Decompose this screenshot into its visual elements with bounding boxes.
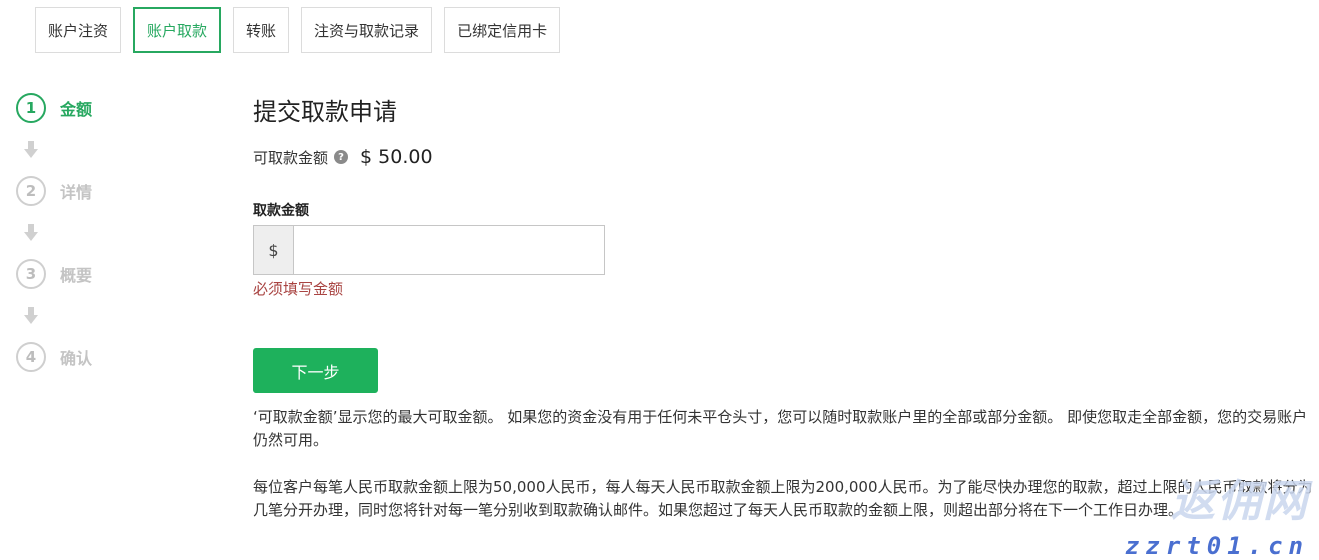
page-title: 提交取款申请 xyxy=(253,98,397,126)
available-amount: $ 50.00 xyxy=(360,146,433,168)
tab-deposit[interactable]: 账户注资 xyxy=(35,7,122,53)
available-amount-row: 可取款金额 ? $ 50.00 xyxy=(253,146,433,168)
tab-withdraw[interactable]: 账户取款 xyxy=(133,7,222,53)
arrow-down-icon xyxy=(16,123,216,176)
arrow-down-icon xyxy=(16,289,216,342)
info-paragraph-available: ‘可取款金额’显示您的最大可取金额。 如果您的资金没有用于任何未平仓头寸，您可以… xyxy=(253,408,1308,449)
watermark-url: zzrt01.cn xyxy=(1124,532,1309,560)
next-button[interactable]: 下一步 xyxy=(253,348,378,393)
amount-input[interactable] xyxy=(294,226,604,274)
step-details: 2 详情 xyxy=(16,176,216,206)
step-summary: 3 概要 xyxy=(16,259,216,289)
step-label: 详情 xyxy=(60,183,93,202)
step-number: 2 xyxy=(16,176,46,206)
step-label: 概要 xyxy=(60,266,93,285)
step-label: 确认 xyxy=(60,349,93,368)
tab-linked-cards[interactable]: 已绑定信用卡 xyxy=(444,7,561,53)
amount-field-label: 取款金额 xyxy=(253,203,309,219)
question-circle-icon[interactable]: ? xyxy=(334,150,349,164)
tab-history[interactable]: 注资与取款记录 xyxy=(301,7,433,53)
amount-input-group: $ xyxy=(253,225,605,275)
amount-error-message: 必须填写金额 xyxy=(253,280,344,298)
step-number: 1 xyxy=(16,93,46,123)
available-label: 可取款金额 xyxy=(253,148,329,167)
step-indicator: 1 金额 2 详情 3 概要 4 确认 xyxy=(16,93,216,372)
currency-addon: $ xyxy=(254,226,294,274)
step-amount: 1 金额 xyxy=(16,93,216,123)
arrow-down-icon xyxy=(16,206,216,259)
step-confirm: 4 确认 xyxy=(16,342,216,372)
info-paragraph-limits: 每位客户每笔人民币取款金额上限为50,000人民币，每人每天人民币取款金额上限为… xyxy=(253,478,1313,519)
step-label: 金额 xyxy=(60,100,93,119)
tab-bar: 账户注资 账户取款 转账 注资与取款记录 已绑定信用卡 xyxy=(35,7,561,53)
step-number: 3 xyxy=(16,259,46,289)
tab-transfer[interactable]: 转账 xyxy=(233,7,290,53)
step-number: 4 xyxy=(16,342,46,372)
